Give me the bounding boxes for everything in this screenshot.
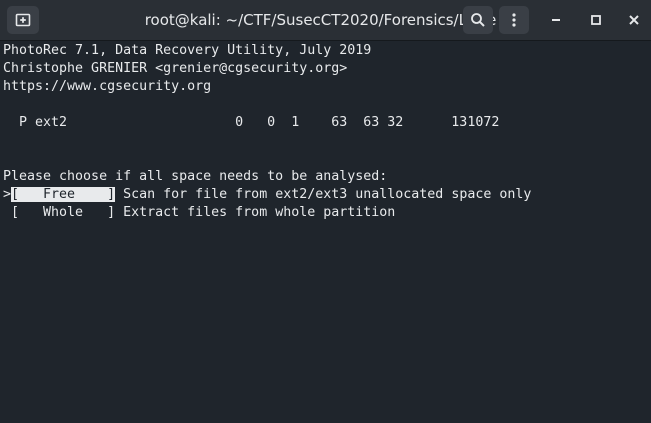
close-button[interactable]	[620, 6, 648, 34]
maximize-icon	[591, 15, 601, 25]
option-whole-description: Extract files from whole partition	[115, 205, 396, 220]
search-icon	[471, 13, 485, 27]
photorec-version-line: PhotoRec 7.1, Data Recovery Utility, Jul…	[3, 43, 372, 58]
analysis-prompt: Please choose if all space needs to be a…	[3, 169, 388, 184]
partition-line: P ext2 0 0 1 63 63 32 131072	[3, 115, 500, 130]
close-icon	[629, 15, 639, 25]
kebab-menu-icon	[512, 13, 516, 27]
title-bar[interactable]: root@kali: ~/CTF/SusecCT2020/Forensics/L…	[0, 0, 651, 41]
new-tab-icon	[15, 13, 31, 27]
option-free-description: Scan for file from ext2/ext3 unallocated…	[115, 187, 532, 202]
option-free-label[interactable]: [ Free ]	[11, 187, 116, 202]
selection-cursor-empty	[3, 205, 11, 220]
author-line: Christophe GRENIER <grenier@cgsecurity.o…	[3, 61, 348, 76]
website-line: https://www.cgsecurity.org	[3, 79, 212, 94]
minimize-icon	[552, 19, 560, 21]
option-free[interactable]: >[ Free ] Scan for file from ext2/ext3 u…	[3, 186, 531, 204]
selection-cursor: >	[3, 187, 12, 202]
option-whole-label[interactable]: [ Whole ]	[11, 205, 115, 220]
minimize-button[interactable]	[542, 6, 570, 34]
terminal-area[interactable]: PhotoRec 7.1, Data Recovery Utility, Jul…	[0, 41, 651, 423]
new-tab-button[interactable]	[7, 6, 39, 34]
maximize-button[interactable]	[582, 6, 610, 34]
search-button[interactable]	[463, 6, 493, 34]
menu-button[interactable]	[499, 6, 529, 34]
terminal-window: root@kali: ~/CTF/SusecCT2020/Forensics/L…	[0, 0, 651, 423]
option-whole[interactable]: [ Whole ] Extract files from whole parti…	[3, 204, 395, 222]
